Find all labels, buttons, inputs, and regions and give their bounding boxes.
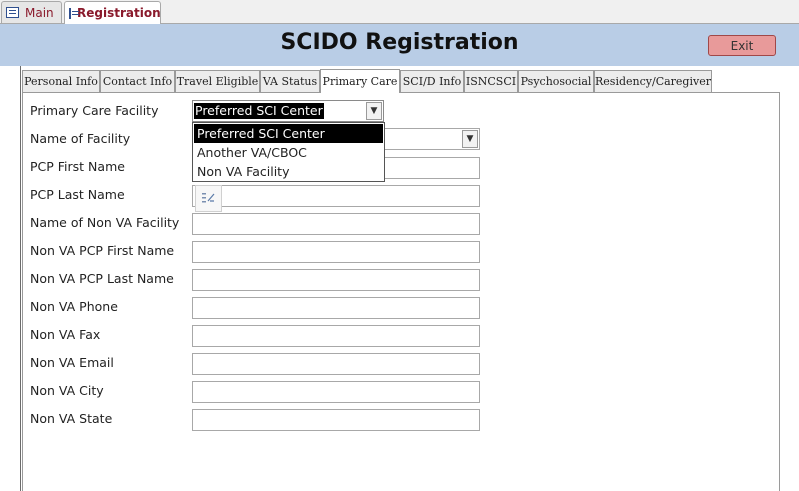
non-va-state-field[interactable] [192, 409, 480, 431]
label-name-of-facility: Name of Facility [30, 131, 131, 146]
tab-contact-info[interactable]: Contact Info [100, 70, 175, 92]
chevron-down-icon[interactable]: ▼ [462, 130, 478, 148]
doc-tab-registration[interactable]: Registration [64, 1, 161, 24]
dropdown-option[interactable]: Another VA/CBOC [194, 143, 383, 162]
label-non-va-pcp-last-name: Non VA PCP Last Name [30, 271, 174, 286]
page-title: SCIDO Registration [280, 30, 519, 55]
doc-tab-main-label: Main [25, 5, 54, 20]
tab-panel-primary-care [22, 92, 780, 491]
label-non-va-email: Non VA Email [30, 355, 114, 370]
non-va-pcp-first-name-field[interactable] [192, 241, 480, 263]
label-non-va-facility: Name of Non VA Facility [30, 215, 180, 230]
form-icon [69, 7, 79, 19]
non-va-city-field[interactable] [192, 381, 480, 403]
tab-personal-info[interactable]: Personal Info [22, 70, 100, 92]
dropdown-option[interactable]: Non VA Facility [194, 162, 383, 181]
form-icon [6, 7, 19, 18]
label-non-va-fax: Non VA Fax [30, 327, 101, 342]
exit-button[interactable]: Exit [708, 35, 776, 56]
smart-tag-icon-glyph [201, 192, 214, 202]
non-va-fax-field[interactable] [192, 325, 480, 347]
tab-psychosocial[interactable]: Psychosocial [518, 70, 594, 92]
doc-tab-main[interactable]: Main [1, 1, 62, 23]
smart-tag-icon[interactable] [195, 185, 222, 212]
form-header: SCIDO Registration [0, 24, 799, 66]
label-non-va-state: Non VA State [30, 411, 113, 426]
label-primary-care-facility: Primary Care Facility [30, 103, 159, 118]
tab-sci-d-info[interactable]: SCI/D Info [400, 70, 464, 92]
dropdown-option[interactable]: Preferred SCI Center [194, 124, 383, 143]
tab-primary-care[interactable]: Primary Care [320, 69, 400, 93]
label-non-va-city: Non VA City [30, 383, 104, 398]
doc-tab-registration-label: Registration [77, 6, 161, 20]
document-tab-bar: Main Registration [0, 0, 799, 24]
tab-va-status[interactable]: VA Status [260, 70, 320, 92]
label-non-va-pcp-first-name: Non VA PCP First Name [30, 243, 175, 258]
non-va-email-field[interactable] [192, 353, 480, 375]
primary-care-facility-value: Preferred SCI Center [194, 103, 324, 119]
primary-care-facility-select[interactable]: Preferred SCI Center ▼ [192, 100, 384, 122]
non-va-phone-field[interactable] [192, 297, 480, 319]
non-va-facility-field[interactable] [192, 213, 480, 235]
label-non-va-phone: Non VA Phone [30, 299, 118, 314]
chevron-down-icon[interactable]: ▼ [366, 102, 382, 120]
form-left-border [20, 66, 21, 491]
non-va-pcp-last-name-field[interactable] [192, 269, 480, 291]
tab-residency-caregiver[interactable]: Residency/Caregiver [594, 70, 712, 92]
label-pcp-last-name: PCP Last Name [30, 187, 125, 202]
label-pcp-first-name: PCP First Name [30, 159, 125, 174]
pcp-last-name-field[interactable] [192, 185, 480, 207]
tab-travel-eligible[interactable]: Travel Eligible [175, 70, 260, 92]
primary-care-facility-dropdown: Preferred SCI Center Another VA/CBOC Non… [192, 122, 385, 182]
tab-isncsci[interactable]: ISNCSCI [464, 70, 518, 92]
